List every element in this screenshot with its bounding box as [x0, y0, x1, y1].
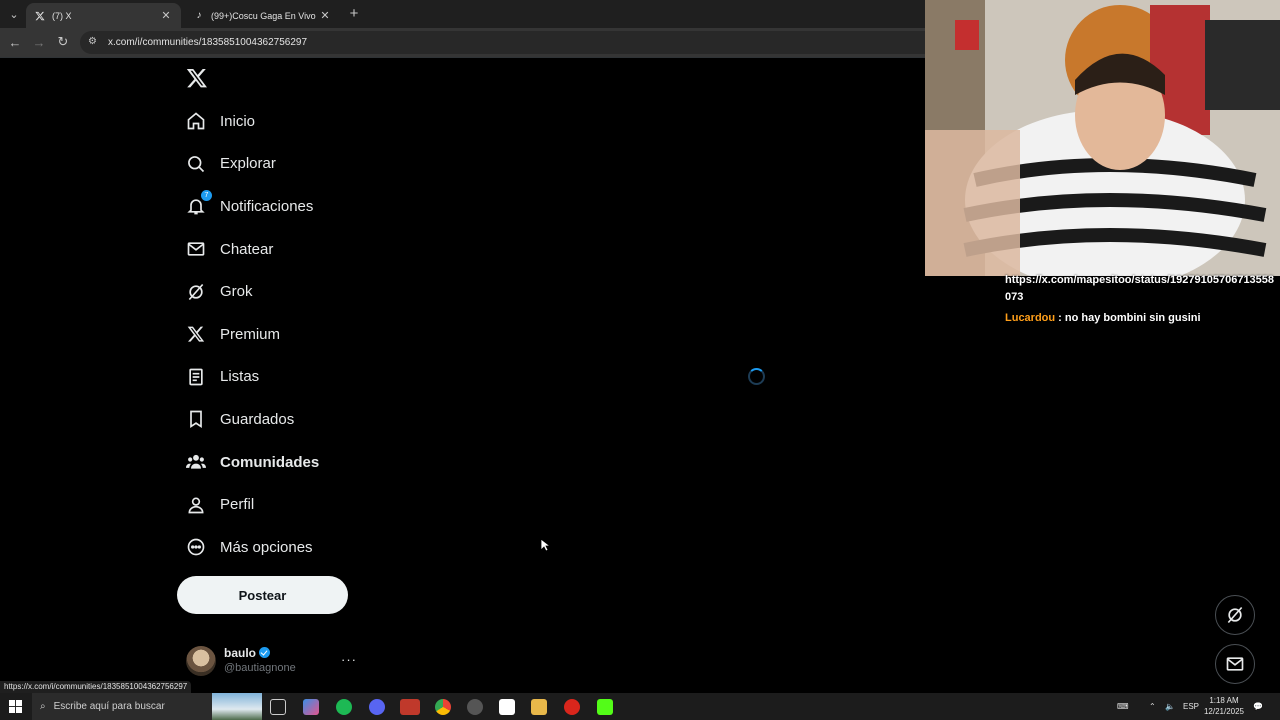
- discord-icon[interactable]: [369, 699, 385, 715]
- sidebar-item-label: Guardados: [220, 410, 295, 428]
- sidebar-item-label: Más opciones: [220, 538, 313, 556]
- close-tab-icon[interactable]: ✕: [159, 9, 173, 22]
- speaker-icon[interactable]: 🔈: [1165, 693, 1175, 720]
- chrome-icon[interactable]: [435, 699, 451, 715]
- loading-spinner-icon: [748, 368, 765, 385]
- sidebar-item-label: Listas: [220, 368, 260, 386]
- close-tab-icon[interactable]: ✕: [318, 9, 332, 22]
- grok-icon: [186, 282, 206, 302]
- sidebar-item-listas[interactable]: Listas: [176, 356, 376, 399]
- chat-username: Lucardou: [1005, 312, 1056, 324]
- sidebar-item-chatear[interactable]: Chatear: [176, 228, 376, 271]
- obs-icon[interactable]: [467, 699, 483, 715]
- mouse-cursor-icon: [540, 538, 550, 552]
- reload-icon[interactable]: ↻: [54, 33, 72, 51]
- search-icon: [186, 154, 206, 174]
- search-icon: ⌕: [40, 701, 46, 712]
- chat-line: https://x.com/mapesitoo/status/192791057…: [1005, 274, 1275, 303]
- webcam-overlay: [925, 0, 1280, 276]
- taskbar: ⌕ Escribe aquí para buscar ⌨ ⌃ 🔈 ESP 1:1…: [0, 693, 1280, 720]
- x-logo-icon[interactable]: [186, 67, 208, 89]
- sidebar-item-label: Premium: [220, 325, 281, 343]
- chat-line: Lucardou : no hay bombini sin gusini: [1005, 310, 1280, 327]
- sidebar-item-perfil[interactable]: Perfil: [176, 483, 376, 526]
- opera-icon[interactable]: [564, 699, 580, 715]
- kick-icon[interactable]: [597, 699, 613, 715]
- sidebar-item-comunidades[interactable]: Comunidades: [176, 441, 376, 484]
- streamer-video: [925, 0, 1280, 276]
- notification-badge: 7: [201, 190, 212, 202]
- sidebar-item-explorar[interactable]: Explorar: [176, 143, 376, 186]
- sidebar-item-label: Chatear: [220, 240, 274, 258]
- avatar: [186, 646, 216, 676]
- notifications-icon[interactable]: 💬: [1253, 693, 1263, 720]
- task-view-icon[interactable]: [270, 699, 286, 715]
- list-icon: [186, 367, 206, 387]
- account-name: baulo: [224, 646, 256, 660]
- taskbar-search-placeholder: Escribe aquí para buscar: [53, 701, 165, 712]
- sidebar-item-mas-opciones[interactable]: Más opciones: [176, 526, 376, 569]
- bookmark-icon: [186, 409, 206, 429]
- sidebar-item-premium[interactable]: Premium: [176, 313, 376, 356]
- windows-start-icon[interactable]: [9, 700, 22, 713]
- address-bar[interactable]: ⚙ x.com/i/communities/183585100436275629…: [80, 31, 980, 54]
- chevron-up-icon[interactable]: ⌃: [1149, 693, 1156, 720]
- mail-icon: [186, 239, 206, 259]
- post-button[interactable]: Postear: [177, 576, 348, 614]
- tab-x[interactable]: (7) X ✕: [26, 3, 181, 28]
- more-dots-icon[interactable]: ···: [341, 652, 357, 667]
- new-tab-icon[interactable]: +: [345, 4, 363, 22]
- tab-title: (7) X: [52, 10, 72, 21]
- tiktok-icon: ♪: [196, 10, 202, 21]
- file-explorer-icon[interactable]: [531, 699, 547, 715]
- copilot-icon[interactable]: [303, 699, 319, 715]
- account-switcher[interactable]: baulo @bautiagnone ···: [186, 644, 361, 678]
- site-info-icon[interactable]: ⚙: [88, 36, 102, 50]
- mail-icon: [1226, 657, 1244, 671]
- taskbar-date: 12/21/2025: [1203, 707, 1245, 716]
- chat-message: : no hay bombini sin gusini: [1055, 312, 1201, 324]
- capcut-icon[interactable]: [499, 699, 515, 715]
- keyboard-icon[interactable]: ⌨: [1117, 693, 1129, 720]
- link-status-bar: https://x.com/i/communities/183585100436…: [0, 681, 192, 693]
- sidebar-item-guardados[interactable]: Guardados: [176, 398, 376, 441]
- sidebar-item-label: Perfil: [220, 496, 255, 514]
- person-icon: [186, 495, 206, 515]
- sidebar-item-label: Explorar: [220, 155, 276, 173]
- x-logo-icon: [34, 10, 46, 22]
- taskbar-time: 1:18 AM: [1209, 696, 1239, 705]
- grok-button[interactable]: [1215, 595, 1255, 635]
- communities-icon: [186, 452, 206, 472]
- more-circle-icon: [186, 537, 206, 557]
- url-text: x.com/i/communities/1835851004362756297: [108, 37, 308, 48]
- sidebar-item-notificaciones[interactable]: 7 Notificaciones: [176, 185, 376, 228]
- messages-button[interactable]: [1215, 644, 1255, 684]
- home-icon: [186, 111, 206, 131]
- verified-badge-icon: [259, 647, 270, 658]
- search-highlight-image: [212, 693, 262, 720]
- spotify-icon[interactable]: [336, 699, 352, 715]
- sidebar-item-inicio[interactable]: Inicio: [176, 100, 376, 143]
- sidebar-item-grok[interactable]: Grok: [176, 270, 376, 313]
- taskbar-search[interactable]: ⌕ Escribe aquí para buscar: [32, 693, 262, 720]
- app-icon[interactable]: [400, 699, 420, 715]
- back-icon[interactable]: ←: [6, 33, 24, 51]
- taskbar-clock[interactable]: 1:18 AM 12/21/2025: [1196, 695, 1252, 717]
- sidebar-nav: Inicio Explorar 7 Notificaciones Chatear…: [176, 100, 376, 569]
- sidebar-item-label: Comunidades: [220, 453, 320, 471]
- stream-chat: https://x.com/mapesitoo/status/192791057…: [1005, 272, 1280, 327]
- tab-search-icon[interactable]: ⌄: [4, 4, 24, 24]
- tab-title: (99+)Coscu Gaga En Vivo Desd: [211, 10, 318, 21]
- tab-stream[interactable]: ♪ (99+)Coscu Gaga En Vivo Desd ✕: [185, 3, 340, 28]
- forward-icon[interactable]: →: [30, 33, 48, 51]
- x-logo-icon: [186, 324, 206, 344]
- account-name-row: baulo: [224, 646, 270, 660]
- account-handle: @bautiagnone: [224, 662, 296, 674]
- bell-icon: 7: [186, 190, 212, 216]
- sidebar-item-label: Grok: [220, 283, 253, 301]
- sidebar-item-label: Inicio: [220, 112, 256, 130]
- grok-icon: [1227, 606, 1243, 624]
- sidebar-item-label: Notificaciones: [220, 197, 314, 215]
